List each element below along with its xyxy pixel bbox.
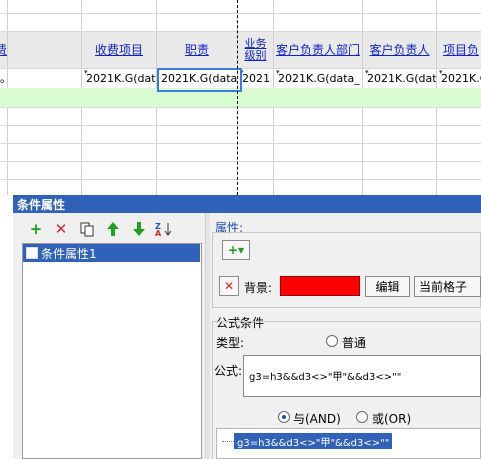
dialog-title: 条件属性	[13, 195, 481, 213]
condition-tree-node[interactable]: g3=h3&&d3<>"甲"&&d3<>""	[234, 433, 393, 449]
table-cell[interactable]: ▾ 2021K.G(dat	[363, 68, 436, 88]
or-label: 或(OR)	[372, 412, 412, 426]
condition-item-icon	[26, 247, 38, 259]
column-header-project-owner[interactable]: 项目负	[437, 31, 481, 68]
column-header-business-level[interactable]: 业务 级别	[238, 31, 273, 68]
delete-icon[interactable]: ✕	[52, 220, 70, 238]
condition-list-panel[interactable]	[22, 243, 202, 459]
background-label: 背景:	[244, 281, 273, 295]
remove-property-icon[interactable]: ✕	[219, 276, 239, 296]
cell-selection-outline	[157, 68, 242, 92]
add-property-dropdown[interactable]: +▾	[222, 240, 250, 260]
panel-splitter[interactable]	[205, 213, 210, 459]
add-icon[interactable]: +	[27, 220, 45, 238]
type-normal-radio[interactable]	[326, 335, 338, 347]
svg-text:A: A	[155, 229, 162, 237]
column-header-partial[interactable]: 费	[0, 31, 7, 68]
and-label: 与(AND)	[293, 412, 341, 426]
type-normal-label: 普通	[342, 336, 367, 350]
scope-select[interactable]: 当前格子	[414, 276, 481, 297]
move-up-icon[interactable]	[104, 220, 122, 238]
tree-item-condition-1[interactable]: 条件属性1	[23, 244, 200, 262]
move-down-icon[interactable]	[130, 220, 148, 238]
column-header-client-owner[interactable]: 客户负责人	[363, 31, 436, 68]
formula-input[interactable]: g3=h3&&d3<>"甲"&&d3<>""	[243, 355, 481, 397]
table-cell[interactable]: ▾ 2021K.G(data_	[274, 68, 362, 88]
column-header-client-owner-dept[interactable]: 客户负责人部门	[274, 31, 362, 68]
edit-button[interactable]: 编辑	[365, 276, 410, 297]
column-header-fee-item[interactable]: 收费项目	[82, 31, 156, 68]
spreadsheet-grid[interactable]: 费 收费项目 职责 业务 级别 客户负责人部门 客户负责人 项目负 。 ▾202…	[0, 0, 481, 195]
cell-partial[interactable]: 。	[0, 68, 7, 88]
background-color-swatch[interactable]	[280, 276, 360, 296]
formula-label: 公式:	[214, 364, 243, 378]
page-break-line	[237, 0, 238, 195]
or-radio[interactable]	[356, 411, 368, 423]
and-radio[interactable]	[278, 411, 290, 423]
table-cell[interactable]: ▾2021K.G	[437, 68, 481, 88]
copy-icon[interactable]	[78, 220, 96, 238]
column-header-duty[interactable]: 职责	[157, 31, 237, 68]
sort-icon[interactable]: ZA	[155, 220, 173, 238]
tree-connector	[222, 441, 234, 442]
table-cell[interactable]: ▾ 2021	[238, 68, 273, 88]
type-label: 类型:	[216, 336, 245, 350]
table-cell[interactable]: ▾ 2021K.G(dat	[82, 68, 156, 88]
